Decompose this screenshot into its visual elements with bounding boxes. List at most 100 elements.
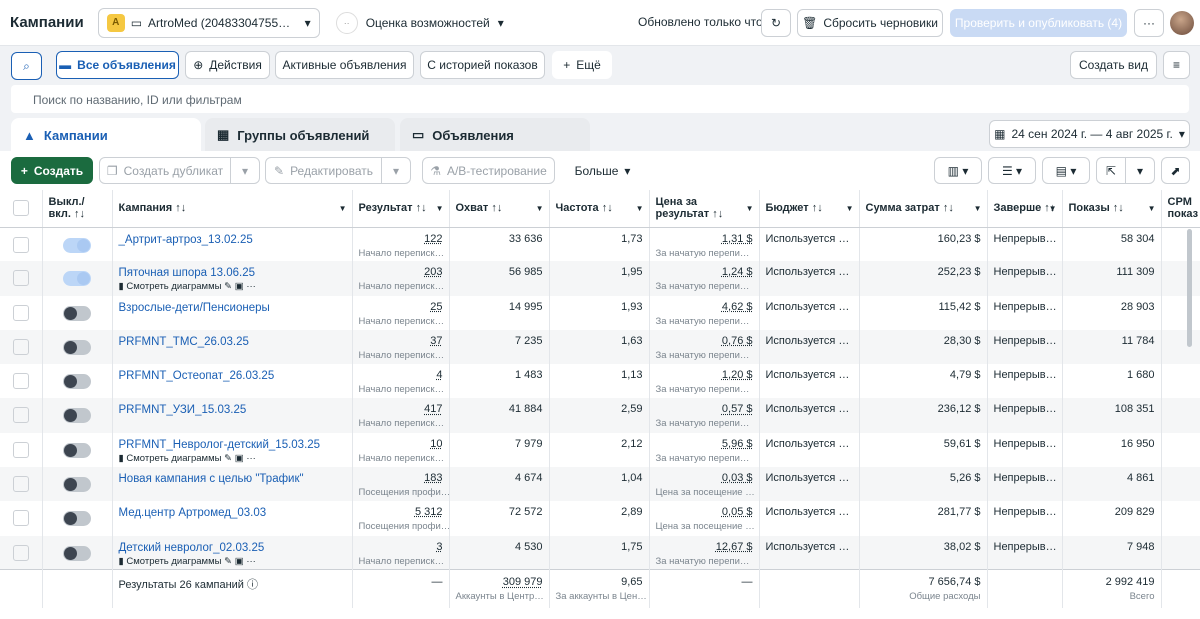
col-toggle[interactable]: Выкл./ вкл. ↑↓ — [42, 190, 113, 228]
select-all-header[interactable] — [0, 190, 43, 228]
row-checkbox[interactable] — [12, 476, 29, 493]
ab-test-button[interactable]: ⚗ A/B-тестирование — [422, 157, 555, 184]
more-icon[interactable]: ··· — [246, 556, 256, 567]
campaign-toggle[interactable] — [63, 271, 91, 287]
edit-dropdown[interactable]: ▾ — [381, 157, 411, 184]
table-row[interactable]: Взрослые-дети/Пенсионеры 25 Начало перепис… — [0, 295, 1200, 330]
col-result[interactable]: Результат ↑↓ ▼ — [352, 190, 450, 228]
campaign-toggle[interactable] — [63, 408, 91, 424]
image-icon[interactable]: ▣ — [235, 281, 244, 292]
col-frequency[interactable]: Частота ↑↓ ▼ — [549, 190, 650, 228]
row-checkbox[interactable] — [12, 373, 29, 390]
breakdown-button[interactable]: ☰ ▾ — [988, 157, 1036, 184]
more-actions-button[interactable]: Больше ▾ — [565, 157, 640, 184]
create-view-button[interactable]: Создать вид — [1070, 51, 1157, 79]
tab-campaigns[interactable]: ▲ Кампании — [11, 118, 201, 152]
table-row[interactable]: Мед.центр Артромед_03.03 5 312 Посещения п… — [0, 501, 1200, 536]
row-checkbox[interactable] — [12, 407, 29, 424]
campaign-name-link[interactable]: _Артрит-артроз_13.02.25 — [119, 234, 346, 246]
duplicate-dropdown[interactable]: ▾ — [230, 157, 260, 184]
edit-button[interactable]: ✎ Редактировать — [265, 157, 382, 184]
image-icon[interactable]: ▣ — [235, 556, 244, 567]
more-icon[interactable]: ··· — [246, 453, 256, 464]
actions-button[interactable]: ⊕ Действия — [185, 51, 270, 79]
col-budget[interactable]: Бюджет ↑↓ ▼ — [759, 190, 860, 228]
campaign-toggle[interactable] — [63, 477, 91, 493]
search-button[interactable]: ⌕ — [11, 52, 42, 80]
table-row[interactable]: Новая кампания с целью "Трафик" 183 Посеще… — [0, 467, 1200, 502]
table-row[interactable]: Детский невролог_02.03.25 ▮ Смотреть диаг… — [0, 535, 1200, 570]
col-end[interactable]: Заверше ↑↓ ▼ — [987, 190, 1063, 228]
table-row[interactable]: PRFMNT_ТМС_26.03.25 37 Начало переписк… 7 2… — [0, 329, 1200, 365]
pencil-icon[interactable]: ✎ — [224, 281, 232, 292]
refresh-button[interactable]: ↻ — [761, 9, 791, 37]
discard-drafts-button[interactable]: 🗑 Сбросить черновики — [797, 9, 943, 37]
col-reach[interactable]: Охват ↑↓ ▼ — [449, 190, 550, 228]
row-checkbox[interactable] — [12, 441, 29, 458]
info-icon[interactable]: ⓘ — [247, 579, 258, 591]
date-range-picker[interactable]: ▦ 24 сен 2024 г. — 4 авг 2025 г. ▾ — [989, 120, 1190, 148]
campaign-toggle[interactable] — [63, 374, 91, 390]
col-spent[interactable]: Сумма затрат ↑↓ ▼ — [859, 190, 988, 228]
campaign-toggle[interactable] — [63, 442, 91, 458]
campaign-name-link[interactable]: Пяточная шпора 13.06.25 — [119, 267, 346, 279]
campaign-name-link[interactable]: Мед.центр Артромед_03.03 — [119, 507, 346, 519]
row-checkbox[interactable] — [12, 270, 29, 287]
reports-button[interactable]: ▤ ▾ — [1042, 157, 1090, 184]
more-icon[interactable]: ··· — [246, 281, 256, 292]
row-checkbox[interactable] — [12, 510, 29, 527]
col-cpm[interactable]: CPM показ — [1161, 190, 1200, 228]
table-row[interactable]: PRFMNT_Невролог-детский_15.03.25 ▮ Смотре… — [0, 432, 1200, 468]
avatar[interactable] — [1170, 11, 1194, 35]
view-charts-link[interactable]: Смотреть диаграммы — [126, 453, 221, 464]
campaign-toggle[interactable] — [63, 511, 91, 527]
search-input[interactable]: Поиск по названию, ID или фильтрам — [11, 85, 1189, 113]
view-charts-link[interactable]: Смотреть диаграммы — [126, 281, 221, 292]
campaign-toggle[interactable] — [63, 545, 91, 561]
export-button[interactable]: ⇱ — [1096, 157, 1126, 184]
col-campaign[interactable]: Кампания ↑↓ ▼ — [112, 190, 353, 228]
row-checkbox[interactable] — [12, 338, 29, 355]
row-checkbox[interactable] — [12, 236, 29, 253]
row-checkbox[interactable] — [12, 544, 29, 561]
all-ads-button[interactable]: ▬ Все объявления — [56, 51, 179, 79]
export-dropdown[interactable]: ▾ — [1125, 157, 1155, 184]
col-cost-per-result[interactable]: Цена за результат ↑↓ ▼ — [649, 190, 760, 228]
account-selector[interactable]: A ▭ ArtroMed (20483304755… ▾ — [97, 7, 320, 38]
settings-button[interactable]: ≡ — [1163, 51, 1190, 79]
history-button[interactable]: С историей показов — [420, 51, 545, 79]
table-scrollbar[interactable] — [1187, 229, 1192, 347]
opportunity-score[interactable]: ·· Оценка возможностей ▾ — [335, 11, 504, 34]
pencil-icon[interactable]: ✎ — [224, 556, 232, 567]
campaign-name-link[interactable]: Детский невролог_02.03.25 — [119, 542, 346, 554]
campaign-toggle[interactable] — [63, 305, 91, 321]
table-row[interactable]: PRFMNT_Остеопат_26.03.25 4 Начало переписк… — [0, 364, 1200, 399]
campaign-name-link[interactable]: Взрослые-дети/Пенсионеры — [119, 302, 346, 314]
campaign-name-link[interactable]: Новая кампания с целью "Трафик" — [119, 473, 346, 485]
more-filters-button[interactable]: + Ещё — [552, 51, 612, 79]
pencil-icon[interactable]: ✎ — [224, 453, 232, 464]
campaign-name-link[interactable]: PRFMNT_Остеопат_26.03.25 — [119, 370, 346, 382]
duplicate-button[interactable]: ❐ Создать дубликат — [99, 157, 231, 184]
charts-button[interactable]: ⬈ — [1161, 157, 1190, 184]
table-row[interactable]: _Артрит-артроз_13.02.25 122 Начало перепис… — [0, 227, 1200, 262]
table-row[interactable]: PRFMNT_УЗИ_15.03.25 417 Начало переписк… 41… — [0, 398, 1200, 433]
tab-adsets[interactable]: ▦ Группы объявлений — [205, 118, 395, 152]
table-row[interactable]: Пяточная шпора 13.06.25 ▮ Смотреть диагра… — [0, 261, 1200, 296]
campaign-name-link[interactable]: PRFMNT_ТМС_26.03.25 — [119, 336, 346, 348]
campaign-toggle[interactable] — [63, 339, 91, 355]
columns-button[interactable]: ▥ ▾ — [934, 157, 982, 184]
col-impressions[interactable]: Показы ↑↓ ▼ — [1062, 190, 1162, 228]
review-publish-button[interactable]: Проверить и опубликовать (4) — [950, 9, 1127, 37]
view-charts-link[interactable]: Смотреть диаграммы — [126, 556, 221, 567]
create-button[interactable]: + Создать — [11, 157, 93, 184]
campaign-name-link[interactable]: PRFMNT_УЗИ_15.03.25 — [119, 404, 346, 416]
row-checkbox[interactable] — [12, 304, 29, 321]
select-all-checkbox[interactable] — [12, 200, 29, 217]
active-ads-button[interactable]: Активные объявления — [275, 51, 414, 79]
campaign-toggle[interactable] — [63, 237, 91, 253]
campaign-name-link[interactable]: PRFMNT_Невролог-детский_15.03.25 — [119, 439, 346, 451]
tab-ads[interactable]: ▭ Объявления — [400, 118, 590, 152]
more-menu-button[interactable]: ··· — [1134, 9, 1164, 37]
image-icon[interactable]: ▣ — [235, 453, 244, 464]
